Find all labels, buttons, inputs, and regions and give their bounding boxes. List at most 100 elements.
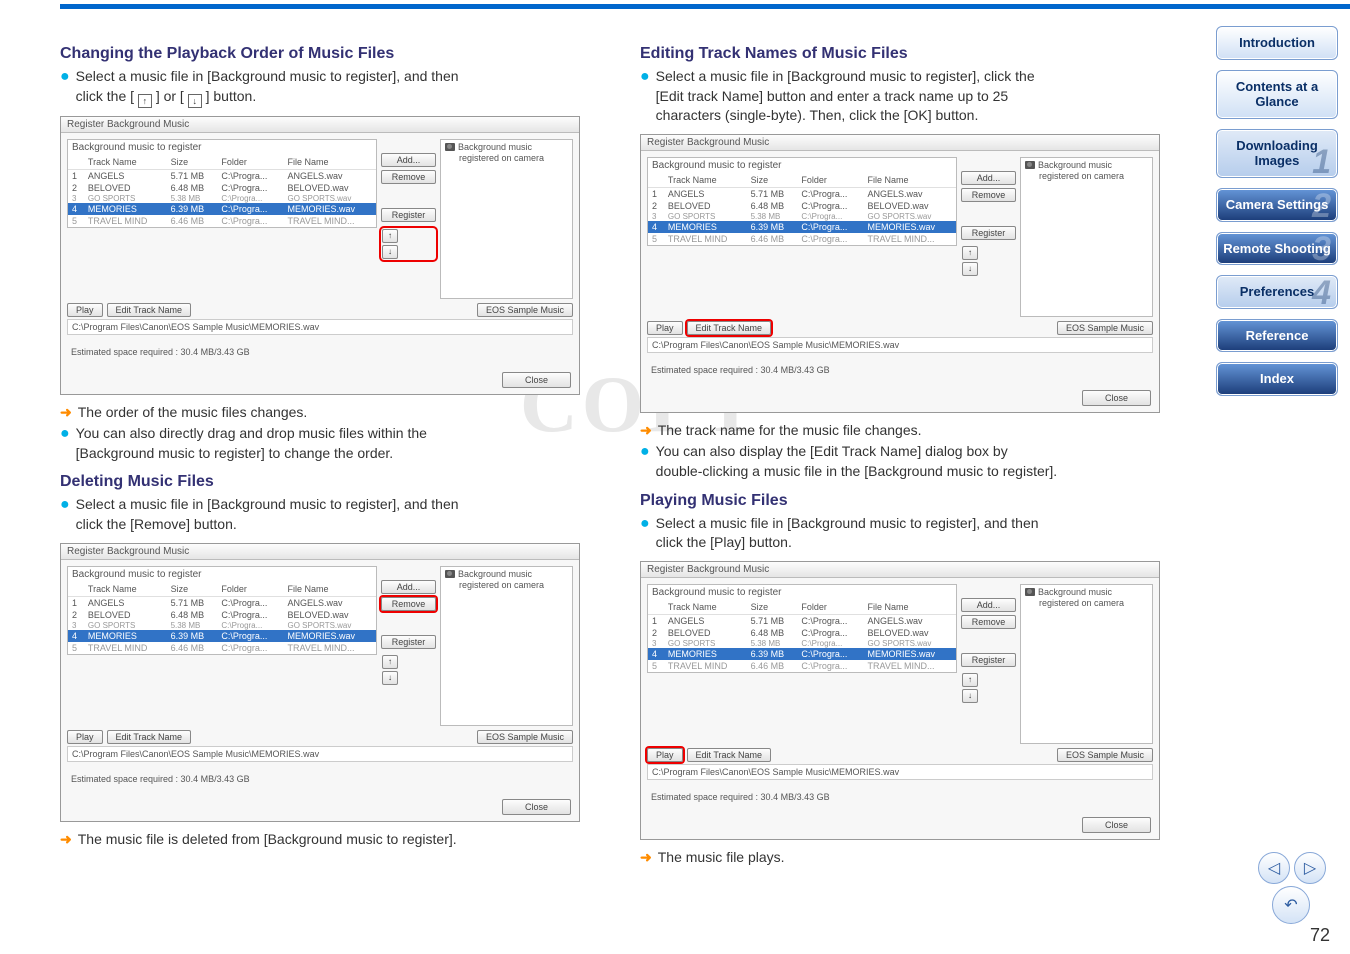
move-up-button[interactable]: ↑ (382, 655, 398, 669)
eos-sample-button[interactable]: EOS Sample Music (477, 303, 573, 317)
screenshot-delete: Register Background Music Background mus… (60, 543, 580, 822)
table-row: 5TRAVEL MIND6.46 MBC:\Progra...TRAVEL MI… (648, 660, 956, 672)
eos-sample-button[interactable]: EOS Sample Music (1057, 748, 1153, 762)
move-up-button[interactable]: ↑ (382, 229, 398, 243)
add-button[interactable]: Add... (961, 598, 1016, 612)
table-row: 3GO SPORTS5.38 MBC:\Progra...GO SPORTS.w… (68, 621, 376, 630)
move-down-icon: ↓ (188, 94, 202, 108)
dialog-title: Register Background Music (641, 135, 1159, 151)
register-button[interactable]: Register (381, 208, 436, 222)
nav-reference[interactable]: Reference (1216, 319, 1338, 353)
text: Select a music file in [Background music… (76, 495, 459, 534)
table-row: 1ANGELS5.71 MBC:\Progra...ANGELS.wav (648, 187, 956, 200)
remove-button-highlight[interactable]: Remove (381, 597, 436, 611)
eos-sample-button[interactable]: EOS Sample Music (477, 730, 573, 744)
close-button[interactable]: Close (1082, 390, 1151, 406)
table-row: 3GO SPORTS5.38 MBC:\Progra...GO SPORTS.w… (648, 212, 956, 221)
next-page-button[interactable]: ▷ (1294, 852, 1326, 884)
nav-label: Contents at a Glance (1236, 79, 1318, 110)
nav-index[interactable]: Index (1216, 362, 1338, 396)
estimated-space: Estimated space required : 30.4 MB/3.43 … (647, 790, 1153, 804)
move-down-button[interactable]: ↓ (962, 262, 978, 276)
text: You can also directly drag and drop musi… (76, 424, 427, 463)
move-up-icon: ↑ (138, 94, 152, 108)
close-button[interactable]: Close (502, 372, 571, 388)
table-row-selected: 4MEMORIES6.39 MBC:\Progra...MEMORIES.wav (648, 221, 956, 233)
reorder-buttons-highlight: ↑ ↓ (381, 228, 436, 260)
table-row: 2BELOVED6.48 MBC:\Progra...BELOVED.wav (68, 182, 376, 194)
registered-panel: Background music registered on camera (440, 566, 573, 726)
nav-contents[interactable]: Contents at a Glance (1216, 70, 1338, 119)
section-number: 1 (1312, 142, 1331, 178)
estimated-space: Estimated space required : 30.4 MB/3.43 … (647, 363, 1153, 377)
table-row: 1ANGELS5.71 MBC:\Progra...ANGELS.wav (648, 614, 956, 627)
table-row: 5TRAVEL MIND6.46 MBC:\Progra...TRAVEL MI… (68, 215, 376, 227)
section-number: 4 (1312, 275, 1331, 309)
close-button[interactable]: Close (502, 799, 571, 815)
back-home-button[interactable]: ↶ (1272, 886, 1310, 924)
result-text: The music file plays. (658, 848, 785, 868)
play-button-highlight[interactable]: Play (647, 748, 683, 762)
nav-remote-shooting[interactable]: Remote Shooting3 (1216, 232, 1338, 266)
right-column: Editing Track Names of Music Files ● Sel… (640, 45, 1190, 869)
nav-introduction[interactable]: Introduction (1216, 26, 1338, 60)
screenshot-edit-name: Register Background Music Background mus… (640, 134, 1160, 413)
arrow-icon: ➜ (640, 848, 652, 868)
add-button[interactable]: Add... (381, 580, 436, 594)
nav-camera-settings[interactable]: Camera Settings2 (1216, 188, 1338, 222)
play-button[interactable]: Play (67, 730, 103, 744)
arrow-icon: ➜ (640, 421, 652, 441)
remove-button[interactable]: Remove (961, 188, 1016, 202)
add-button[interactable]: Add... (381, 153, 436, 167)
move-down-button[interactable]: ↓ (382, 671, 398, 685)
remove-button[interactable]: Remove (961, 615, 1016, 629)
path-field: C:\Program Files\Canon\EOS Sample Music\… (647, 337, 1153, 353)
table-row: 2BELOVED6.48 MBC:\Progra...BELOVED.wav (68, 609, 376, 621)
track-list: Background music to register Track NameS… (67, 566, 377, 655)
table-row: 3GO SPORTS5.38 MBC:\Progra...GO SPORTS.w… (68, 194, 376, 203)
camera-icon (1025, 161, 1035, 169)
camera-icon (445, 143, 455, 151)
text: Select a music file in [Background music… (656, 67, 1035, 126)
nav-downloading[interactable]: Downloading Images1 (1216, 129, 1338, 178)
register-button[interactable]: Register (961, 653, 1016, 667)
prev-page-button[interactable]: ◁ (1258, 852, 1290, 884)
text: Select a music file in [Background music… (656, 514, 1039, 553)
remove-button[interactable]: Remove (381, 170, 436, 184)
eos-sample-button[interactable]: EOS Sample Music (1057, 321, 1153, 335)
table-row: 5TRAVEL MIND6.46 MBC:\Progra...TRAVEL MI… (648, 233, 956, 245)
play-button[interactable]: Play (67, 303, 103, 317)
heading-deleting: Deleting Music Files (60, 473, 610, 491)
nav-preferences[interactable]: Preferences4 (1216, 275, 1338, 309)
button-column: Add... Remove Register ↑ ↓ (961, 584, 1016, 703)
bullet-icon: ● (60, 495, 70, 514)
move-down-button[interactable]: ↓ (382, 245, 398, 259)
bullet-icon: ● (640, 67, 650, 86)
arrow-icon: ➜ (60, 403, 72, 423)
add-button[interactable]: Add... (961, 171, 1016, 185)
edit-track-button[interactable]: Edit Track Name (107, 303, 192, 317)
section-number: 2 (1312, 188, 1331, 222)
edit-track-button[interactable]: Edit Track Name (107, 730, 192, 744)
path-field: C:\Program Files\Canon\EOS Sample Music\… (67, 319, 573, 335)
page-number: 72 (1310, 925, 1330, 946)
estimated-space: Estimated space required : 30.4 MB/3.43 … (67, 772, 573, 786)
camera-icon (1025, 588, 1035, 596)
header-rule (60, 4, 1350, 8)
move-up-button[interactable]: ↑ (962, 246, 978, 260)
edit-track-button-highlight[interactable]: Edit Track Name (687, 321, 772, 335)
edit-track-button[interactable]: Edit Track Name (687, 748, 772, 762)
screenshot-change-order: Register Background Music Background mus… (60, 116, 580, 395)
register-button[interactable]: Register (961, 226, 1016, 240)
path-field: C:\Program Files\Canon\EOS Sample Music\… (647, 764, 1153, 780)
move-down-button[interactable]: ↓ (962, 689, 978, 703)
group-label: Background music to register (648, 158, 956, 173)
move-up-button[interactable]: ↑ (962, 673, 978, 687)
heading-editing: Editing Track Names of Music Files (640, 45, 1190, 63)
result-text: The order of the music files changes. (78, 403, 308, 423)
close-button[interactable]: Close (1082, 817, 1151, 833)
register-button[interactable]: Register (381, 635, 436, 649)
play-button[interactable]: Play (647, 321, 683, 335)
group-label: Background music to register (68, 140, 376, 155)
screenshot-play: Register Background Music Background mus… (640, 561, 1160, 840)
